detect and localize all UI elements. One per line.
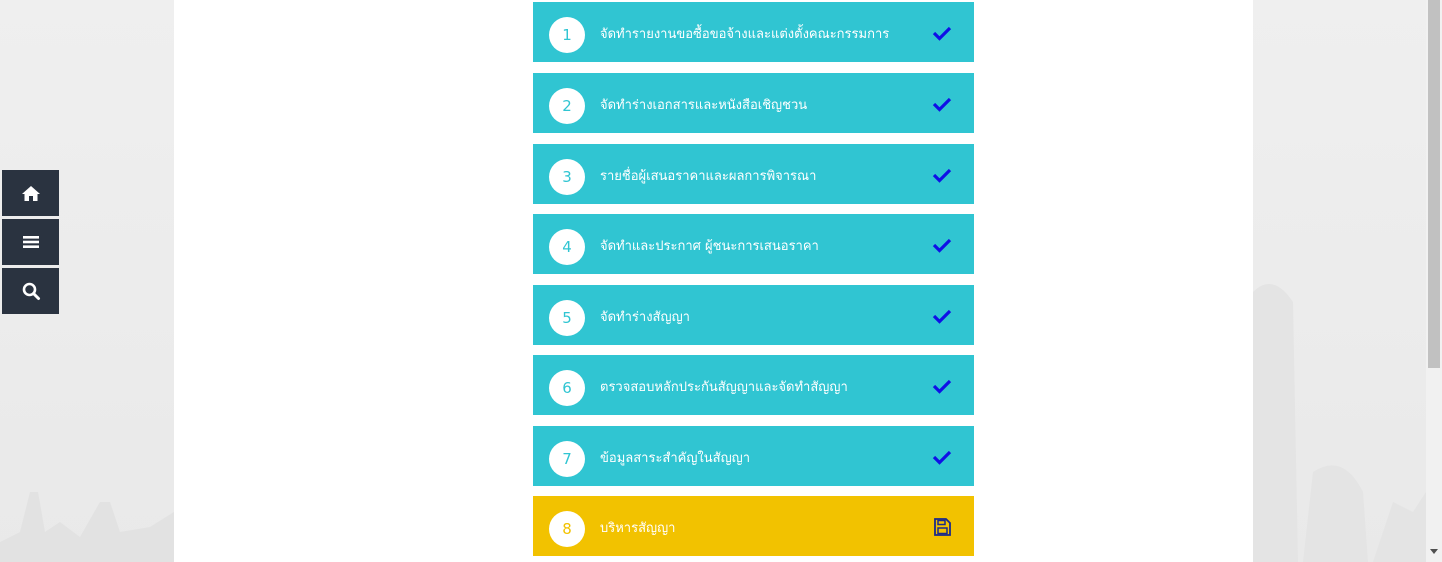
scroll-down-arrow-icon[interactable] (1430, 549, 1438, 554)
check-icon (932, 168, 952, 183)
floating-sidebar (2, 170, 59, 317)
step-7[interactable]: 7 ข้อมูลสาระสำคัญในสัญญา (533, 426, 974, 486)
step-number: 5 (549, 300, 585, 336)
step-label: จัดทำร่างเอกสารและหนังสือเชิญชวน (600, 98, 808, 113)
step-label: บริหารสัญญา (600, 521, 676, 536)
temple-silhouette-left (0, 492, 174, 562)
step-number: 3 (549, 159, 585, 195)
step-label: ข้อมูลสาระสำคัญในสัญญา (600, 451, 751, 466)
background-right (1253, 0, 1426, 562)
save-icon (934, 518, 951, 536)
step-5[interactable]: 5 จัดทำร่างสัญญา (533, 285, 974, 345)
step-number: 8 (549, 511, 585, 547)
step-label: ตรวจสอบหลักประกันสัญญาและจัดทำสัญญา (600, 380, 848, 395)
step-number: 1 (549, 17, 585, 53)
step-label: จัดทำและประกาศ ผู้ชนะการเสนอราคา (600, 239, 819, 254)
step-label: รายชื่อผู้เสนอราคาและผลการพิจารณา (600, 169, 817, 184)
step-2[interactable]: 2 จัดทำร่างเอกสารและหนังสือเชิญชวน (533, 73, 974, 133)
check-icon (932, 238, 952, 253)
check-icon (932, 379, 952, 394)
temple-silhouette-right (1253, 284, 1426, 562)
menu-icon (22, 236, 39, 248)
step-3[interactable]: 3 รายชื่อผู้เสนอราคาและผลการพิจารณา (533, 144, 974, 204)
step-number: 4 (549, 229, 585, 265)
check-icon (932, 450, 952, 465)
step-label: จัดทำร่างสัญญา (600, 310, 690, 325)
step-label: จัดทำรายงานขอซื้อขอจ้างและแต่งตั้งคณะกรร… (600, 27, 890, 42)
scrollbar-thumb[interactable] (1428, 0, 1440, 368)
home-button[interactable] (2, 170, 59, 216)
vertical-scrollbar[interactable] (1426, 0, 1442, 562)
step-8[interactable]: 8 บริหารสัญญา (533, 496, 974, 556)
check-icon (932, 309, 952, 324)
step-4[interactable]: 4 จัดทำและประกาศ ผู้ชนะการเสนอราคา (533, 214, 974, 274)
step-number: 7 (549, 441, 585, 477)
search-icon (22, 282, 40, 300)
step-6[interactable]: 6 ตรวจสอบหลักประกันสัญญาและจัดทำสัญญา (533, 355, 974, 415)
check-icon (932, 26, 952, 41)
menu-button[interactable] (2, 219, 59, 265)
home-icon (21, 186, 40, 201)
step-1[interactable]: 1 จัดทำรายงานขอซื้อขอจ้างและแต่งตั้งคณะก… (533, 2, 974, 62)
search-button[interactable] (2, 268, 59, 314)
check-icon (932, 97, 952, 112)
step-number: 6 (549, 370, 585, 406)
step-number: 2 (549, 88, 585, 124)
